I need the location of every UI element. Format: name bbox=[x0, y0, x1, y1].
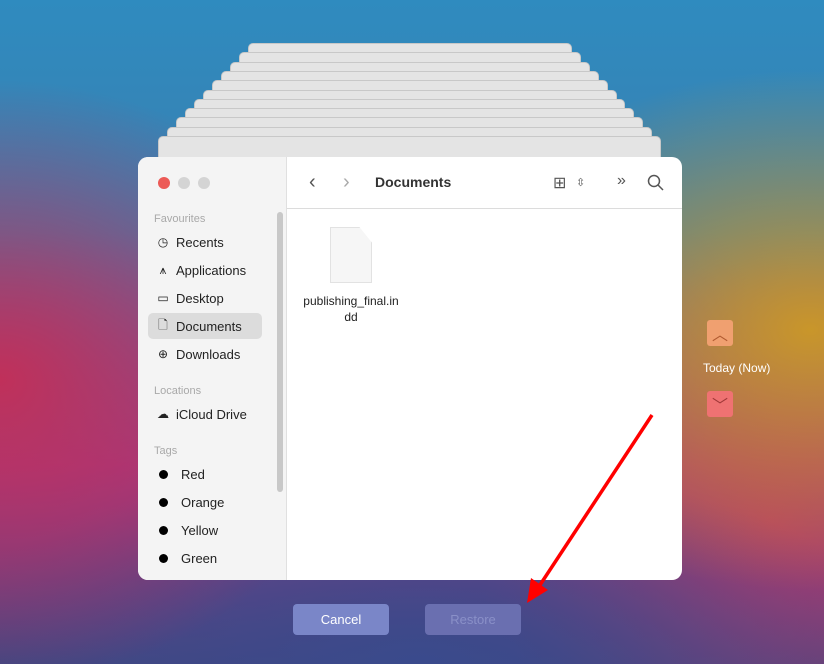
annotation-arrow bbox=[527, 414, 654, 603]
